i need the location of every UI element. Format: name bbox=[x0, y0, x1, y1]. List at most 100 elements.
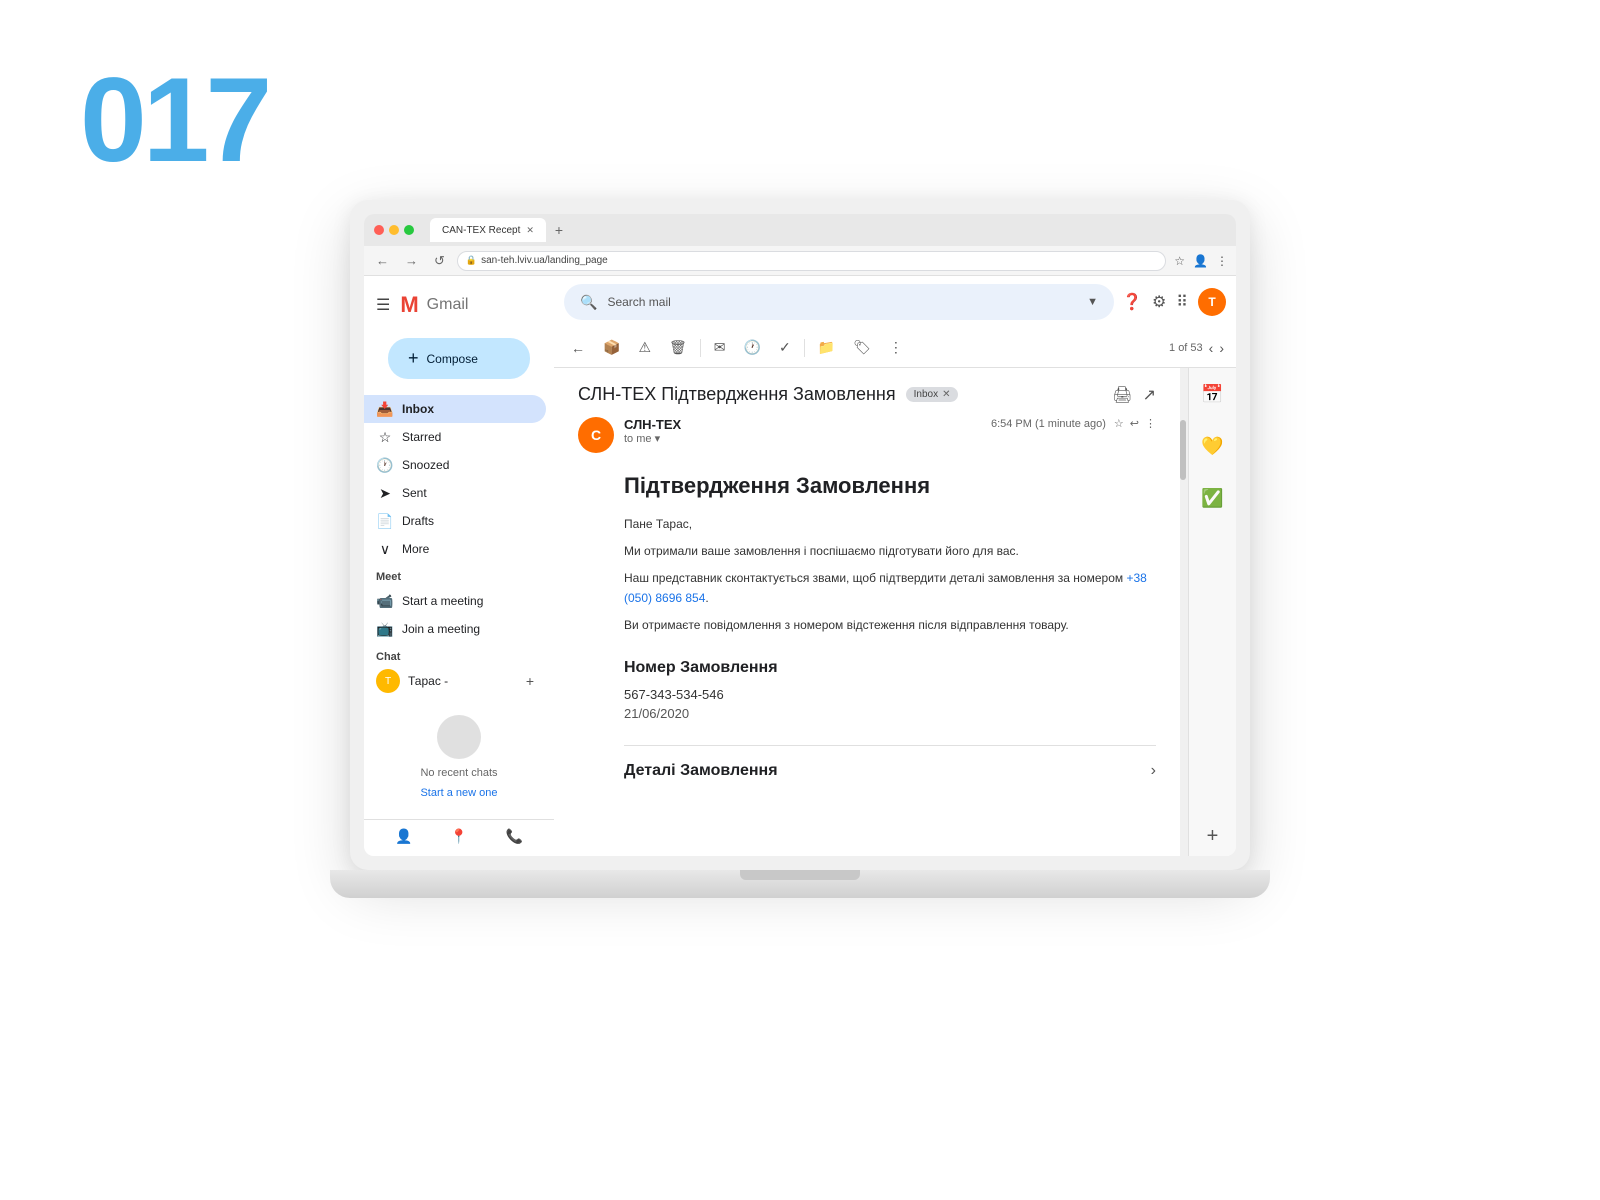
sent-icon: ➤ bbox=[376, 485, 394, 502]
right-panel-keep-icon[interactable]: 💛 bbox=[1195, 428, 1231, 464]
toolbar-icons: ☆ 👤 ⋮ bbox=[1174, 254, 1228, 268]
sidebar-more-label: More bbox=[402, 542, 429, 556]
more-sender-options-icon[interactable]: ⋮ bbox=[1145, 417, 1156, 430]
search-dropdown-icon[interactable]: ▼ bbox=[1087, 296, 1098, 308]
label-icon[interactable]: 🏷 bbox=[848, 336, 876, 359]
search-bar[interactable]: 🔍 Search mail ▼ bbox=[564, 284, 1114, 320]
more-options-icon[interactable]: ⋮ bbox=[1216, 254, 1228, 268]
details-expand-icon[interactable]: › bbox=[1151, 762, 1156, 780]
video-icon: 📹 bbox=[376, 593, 394, 610]
sidebar-item-chat-user[interactable]: Т Тарас - + bbox=[364, 667, 546, 695]
next-email-button[interactable]: › bbox=[1219, 340, 1224, 356]
email-action-icons: 🖨 ↗ bbox=[1112, 385, 1156, 405]
hamburger-menu-icon[interactable]: ☰ bbox=[376, 295, 390, 315]
gmail-logo-text: Gmail bbox=[427, 296, 469, 314]
phone-icon[interactable]: 📞 bbox=[506, 828, 523, 845]
location-icon[interactable]: 📍 bbox=[450, 828, 467, 845]
start-new-chat-link[interactable]: Start a new one bbox=[420, 787, 497, 799]
sender-time: 6:54 PM (1 minute ago) ☆ ↩ ⋮ bbox=[991, 417, 1156, 430]
mark-unread-icon[interactable]: ✉ bbox=[709, 336, 731, 359]
laptop-screen: CAN-TEX Recept ✕ + ← → ↺ 🔒 san-teh.lviv.… bbox=[350, 200, 1250, 870]
right-panel-add-button[interactable]: + bbox=[1207, 825, 1219, 848]
right-panel: 📅 💛 ✅ + bbox=[1188, 368, 1236, 856]
sender-avatar: С bbox=[578, 417, 614, 453]
send-time-text: 6:54 PM (1 minute ago) bbox=[991, 418, 1106, 430]
add-task-icon[interactable]: ✓ bbox=[774, 336, 796, 359]
user-avatar[interactable]: T bbox=[1198, 288, 1226, 316]
inbox-icon: 📥 bbox=[376, 401, 394, 418]
maximize-button[interactable] bbox=[404, 225, 414, 235]
more-email-options-icon[interactable]: ⋮ bbox=[884, 336, 908, 359]
compose-button[interactable]: + Compose bbox=[388, 338, 530, 379]
sender-info: СЛН-ТЕХ to me ▾ bbox=[624, 417, 981, 445]
email-toolbar: ← 📦 ⚠ 🗑 ✉ 🕐 ✓ 📁 🏷 ⋮ 1 of 53 bbox=[554, 328, 1236, 368]
drafts-icon: 📄 bbox=[376, 513, 394, 530]
apps-icon[interactable]: ⠿ bbox=[1176, 292, 1188, 312]
forward-button[interactable]: → bbox=[401, 251, 422, 270]
expand-recipients-icon[interactable]: ▾ bbox=[655, 433, 661, 445]
right-panel-calendar-icon[interactable]: 📅 bbox=[1195, 376, 1231, 412]
details-section-title: Деталі Замовлення bbox=[624, 762, 778, 780]
print-icon[interactable]: 🖨 bbox=[1112, 385, 1132, 405]
delete-icon[interactable]: 🗑 bbox=[664, 336, 692, 359]
browser-toolbar: ← → ↺ 🔒 san-teh.lviv.ua/landing_page ☆ 👤… bbox=[364, 246, 1236, 276]
help-icon[interactable]: ❓ bbox=[1122, 292, 1142, 312]
settings-icon[interactable]: ⚙ bbox=[1152, 292, 1166, 312]
phone-link[interactable]: +38 (050) 8696 854 bbox=[624, 571, 1147, 604]
sidebar-item-inbox[interactable]: 📥 Inbox bbox=[364, 395, 546, 423]
active-tab[interactable]: CAN-TEX Recept ✕ bbox=[430, 218, 546, 242]
tab-title: CAN-TEX Recept bbox=[442, 225, 520, 236]
email-body-line1: Ми отримали ваше замовлення і поспішаємо… bbox=[624, 542, 1156, 561]
email-scrollbar[interactable] bbox=[1180, 368, 1188, 856]
sidebar-item-join-meeting[interactable]: 📺 Join a meeting bbox=[364, 615, 546, 643]
close-button[interactable] bbox=[374, 225, 384, 235]
laptop-wrapper: CAN-TEX Recept ✕ + ← → ↺ 🔒 san-teh.lviv.… bbox=[160, 200, 1440, 1140]
sidebar-drafts-label: Drafts bbox=[402, 514, 434, 528]
reply-icon[interactable]: ↩ bbox=[1130, 417, 1139, 430]
minimize-button[interactable] bbox=[389, 225, 399, 235]
sidebar-sent-label: Sent bbox=[402, 486, 427, 500]
tab-close-button[interactable]: ✕ bbox=[526, 225, 534, 236]
new-tab-button[interactable]: + bbox=[550, 221, 568, 239]
sidebar-item-sent[interactable]: ➤ Sent bbox=[364, 479, 546, 507]
sidebar-item-drafts[interactable]: 📄 Drafts bbox=[364, 507, 546, 535]
search-input: Search mail bbox=[607, 295, 1077, 309]
prev-email-button[interactable]: ‹ bbox=[1209, 340, 1214, 356]
open-in-new-icon[interactable]: ↗ bbox=[1143, 385, 1156, 405]
people-icon[interactable]: 👤 bbox=[395, 828, 412, 845]
back-button[interactable]: ← bbox=[372, 251, 393, 270]
url-text: san-teh.lviv.ua/landing_page bbox=[481, 255, 608, 266]
sidebar-item-starred[interactable]: ☆ Starred bbox=[364, 423, 546, 451]
tab-bar: CAN-TEX Recept ✕ + bbox=[430, 218, 1226, 242]
add-chat-icon[interactable]: + bbox=[526, 673, 534, 689]
star-email-icon[interactable]: ☆ bbox=[1114, 417, 1124, 430]
sidebar-item-more[interactable]: ∨ More bbox=[364, 535, 546, 563]
snooze-icon[interactable]: 🕐 bbox=[739, 336, 766, 359]
email-main: 🔍 Search mail ▼ ❓ ⚙ ⠿ T ← bbox=[554, 276, 1236, 856]
gmail-sidebar: ☰ M Gmail + Compose 📥 Inbox bbox=[364, 276, 554, 856]
order-number: 567-343-534-546 bbox=[624, 687, 1156, 702]
email-greeting: Пане Тарас, bbox=[624, 515, 1156, 534]
move-icon[interactable]: 📁 bbox=[813, 336, 840, 359]
search-icon: 🔍 bbox=[580, 294, 597, 311]
back-to-list-icon[interactable]: ← bbox=[566, 337, 590, 359]
remove-label-button[interactable]: ✕ bbox=[942, 389, 950, 400]
spam-icon[interactable]: ⚠ bbox=[633, 336, 656, 359]
archive-icon[interactable]: 📦 bbox=[598, 336, 625, 359]
user-profile-icon[interactable]: 👤 bbox=[1193, 254, 1208, 268]
scrollbar-thumb bbox=[1180, 420, 1186, 480]
no-chats-text: No recent chats bbox=[420, 767, 497, 779]
bookmark-star-icon[interactable]: ☆ bbox=[1174, 254, 1185, 268]
email-content: СЛН-ТЕХ Підтвердження Замовлення Inbox ✕… bbox=[554, 368, 1180, 856]
compose-plus-icon: + bbox=[408, 348, 419, 369]
sender-to[interactable]: to me ▾ bbox=[624, 432, 981, 445]
traffic-lights bbox=[374, 225, 414, 235]
right-panel-tasks-icon[interactable]: ✅ bbox=[1195, 480, 1231, 516]
sidebar-item-start-meeting[interactable]: 📹 Start a meeting bbox=[364, 587, 546, 615]
address-bar[interactable]: 🔒 san-teh.lviv.ua/landing_page bbox=[457, 251, 1166, 271]
toolbar-divider2 bbox=[804, 339, 805, 357]
sidebar-item-snoozed[interactable]: 🕐 Snoozed bbox=[364, 451, 546, 479]
email-sender-row: С СЛН-ТЕХ to me ▾ 6:54 PM (1 minut bbox=[578, 417, 1156, 453]
refresh-button[interactable]: ↺ bbox=[430, 251, 449, 271]
no-chats-avatar-placeholder bbox=[437, 715, 481, 759]
